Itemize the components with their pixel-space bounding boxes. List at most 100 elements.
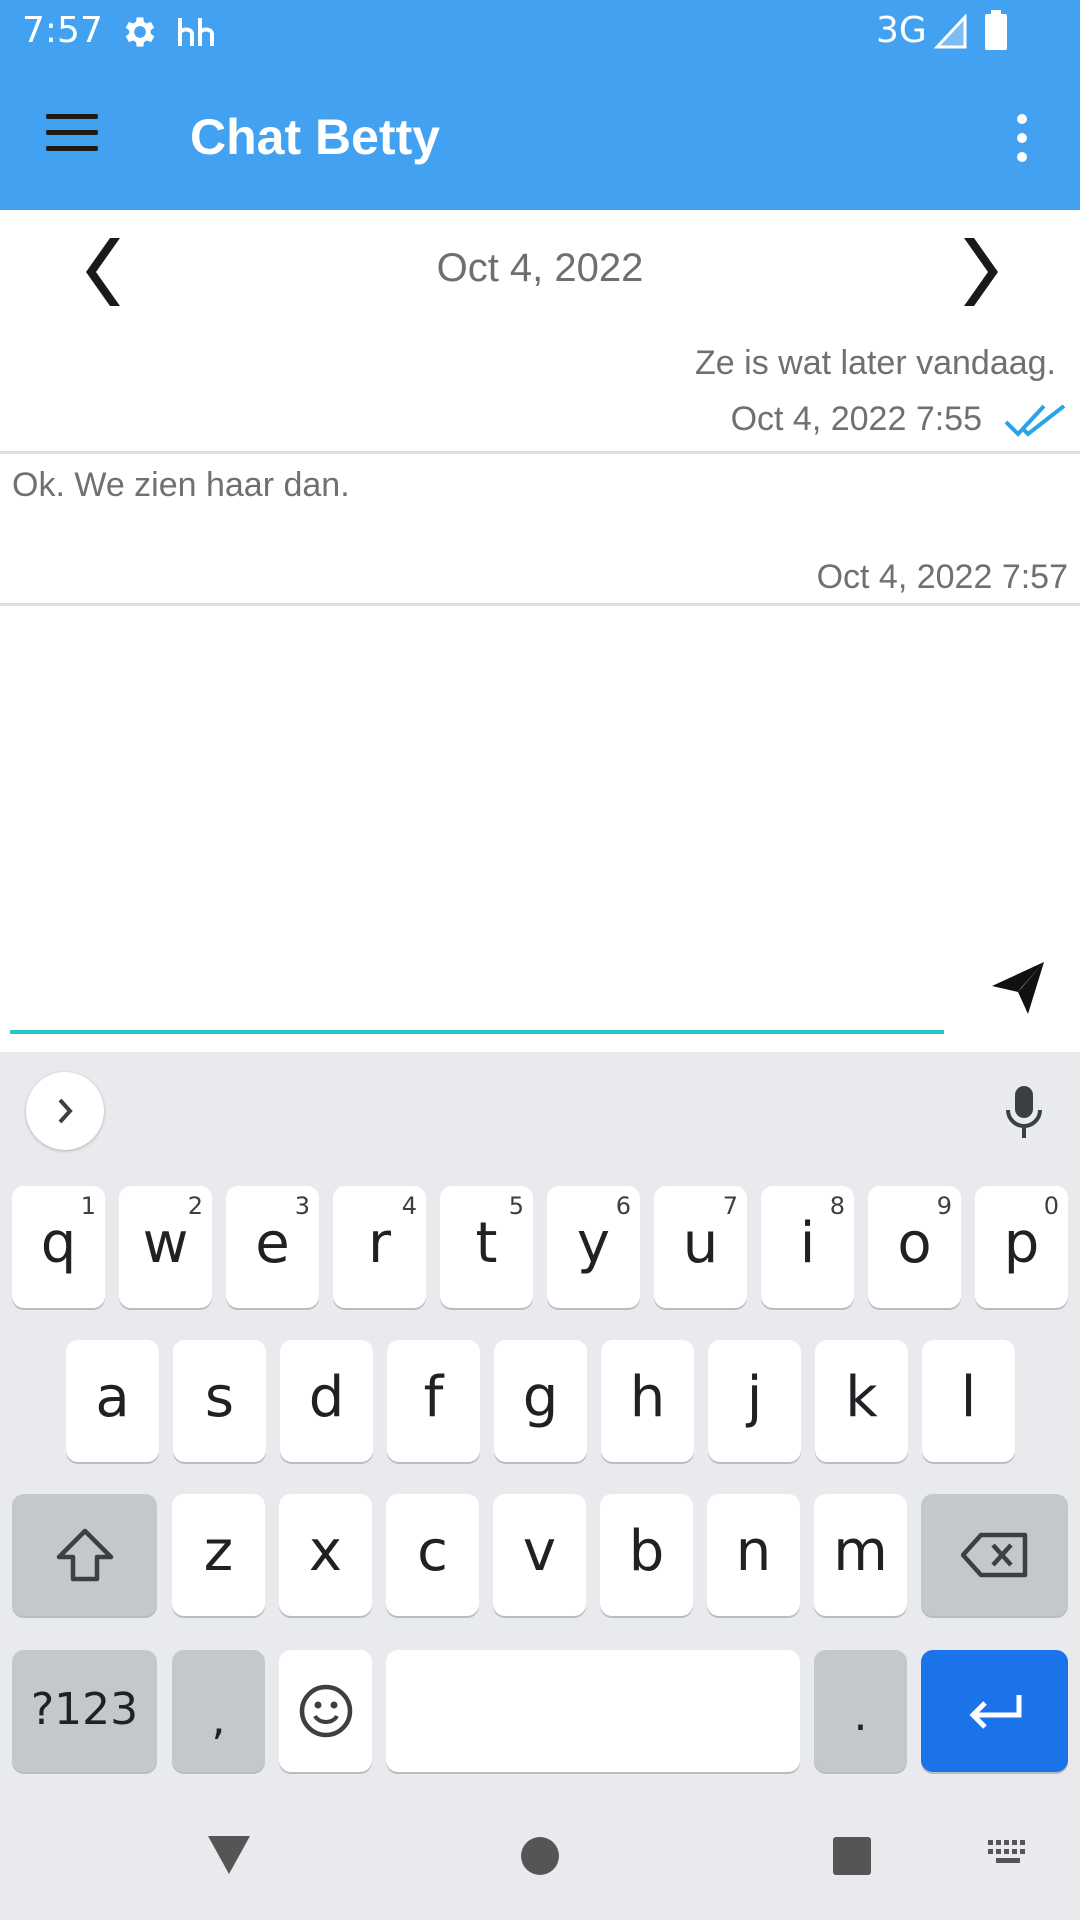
back-icon[interactable] [206,1834,252,1876]
key-letter: f [423,1365,444,1430]
message-timestamp: Oct 4, 2022 7:57 [816,558,1068,596]
hh-notification-icon [178,18,214,46]
emoji-icon [299,1684,352,1738]
send-icon[interactable] [988,958,1048,1018]
key-number-hint: 0 [1043,1192,1059,1220]
status-bar: 7:57 3G [0,0,1080,64]
key-number-hint: 9 [936,1192,952,1220]
microphone-icon[interactable] [1004,1084,1044,1140]
key-u[interactable]: u7 [654,1186,747,1308]
key-w[interactable]: w2 [119,1186,212,1308]
signal-icon [934,14,967,49]
key-b[interactable]: b [600,1494,693,1616]
key-d[interactable]: d [280,1340,373,1462]
shift-icon [56,1528,113,1582]
key-y[interactable]: y6 [547,1186,640,1308]
key-letter: n [735,1519,772,1584]
more-vert-icon[interactable] [1000,110,1044,166]
message-text: Ok. We zien haar dan. [12,466,350,504]
key-letter: u [682,1211,719,1276]
key-l[interactable]: l [922,1340,1015,1462]
key-letter: o [897,1211,932,1276]
message-incoming: Ok. We zien haar dan. Oct 4, 2022 7:57 [0,454,1080,606]
key-number-hint: 6 [615,1192,631,1220]
message-timestamp: Oct 4, 2022 7:55 [730,400,982,438]
key-o[interactable]: o9 [868,1186,961,1308]
comma-key-label: , [211,1694,226,1745]
space-key[interactable] [386,1650,800,1772]
period-key[interactable]: . [814,1650,907,1772]
key-letter: q [40,1211,77,1276]
key-e[interactable]: e3 [226,1186,319,1308]
key-letter: c [417,1519,448,1584]
key-z[interactable]: z [172,1494,265,1616]
battery-icon [985,10,1007,50]
key-letter: z [203,1519,234,1584]
key-letter: h [629,1365,666,1430]
backspace-icon [960,1532,1027,1578]
period-key-label: . [853,1690,868,1741]
key-letter: y [576,1211,611,1276]
key-letter: k [845,1365,878,1430]
message-text: Ze is wat later vandaag. [695,344,1056,382]
key-k[interactable]: k [815,1340,908,1462]
home-icon[interactable] [520,1836,560,1876]
date-navigator: Oct 4, 2022 [0,210,1080,330]
key-letter: a [95,1365,130,1430]
key-n[interactable]: n [707,1494,800,1616]
key-letter: w [142,1211,189,1276]
enter-icon [968,1695,1021,1729]
app-bar: Chat Betty [0,64,1080,210]
key-r[interactable]: r4 [333,1186,426,1308]
key-p[interactable]: p0 [975,1186,1068,1308]
key-i[interactable]: i8 [761,1186,854,1308]
key-number-hint: 2 [187,1192,203,1220]
hamburger-menu-icon[interactable] [40,108,100,158]
key-c[interactable]: c [386,1494,479,1616]
key-letter: b [628,1519,665,1584]
keyboard-switch-icon[interactable] [986,1838,1030,1870]
recents-icon[interactable] [832,1836,872,1876]
comma-key[interactable]: , [172,1650,265,1772]
key-letter: t [475,1211,498,1276]
gear-icon [125,17,155,47]
key-j[interactable]: j [708,1340,801,1462]
chevron-right-icon[interactable] [940,232,1010,312]
key-letter: i [799,1211,816,1276]
key-m[interactable]: m [814,1494,907,1616]
network-type: 3G [876,10,927,51]
key-letter: p [1003,1211,1040,1276]
key-letter: r [367,1211,392,1276]
key-number-hint: 4 [401,1192,417,1220]
soft-keyboard: q1w2e3r4t5y6u7i8o9p0 asdfghjkl zxcvbnm ?… [0,1052,1080,1920]
current-date: Oct 4, 2022 [436,246,644,290]
key-letter: j [746,1365,763,1430]
expand-arrow-icon[interactable] [26,1072,104,1150]
key-g[interactable]: g [494,1340,587,1462]
key-s[interactable]: s [173,1340,266,1462]
emoji-key[interactable] [279,1650,372,1772]
key-number-hint: 7 [722,1192,738,1220]
key-h[interactable]: h [601,1340,694,1462]
symbols-key[interactable]: ?123 [12,1650,157,1772]
backspace-key[interactable] [921,1494,1068,1616]
message-input[interactable] [10,960,944,1034]
key-q[interactable]: q1 [12,1186,105,1308]
key-x[interactable]: x [279,1494,372,1616]
double-check-icon [1004,404,1066,437]
key-letter: e [255,1211,290,1276]
key-t[interactable]: t5 [440,1186,533,1308]
key-f[interactable]: f [387,1340,480,1462]
key-a[interactable]: a [66,1340,159,1462]
key-letter: v [522,1519,557,1584]
key-letter: g [522,1365,559,1430]
page-title: Chat Betty [190,109,441,165]
key-v[interactable]: v [493,1494,586,1616]
shift-key[interactable] [12,1494,157,1616]
status-time: 7:57 [22,10,103,51]
key-letter: x [308,1519,343,1584]
enter-key[interactable] [921,1650,1068,1772]
key-letter: l [960,1365,977,1430]
key-letter: d [308,1365,345,1430]
key-letter: m [833,1519,888,1584]
